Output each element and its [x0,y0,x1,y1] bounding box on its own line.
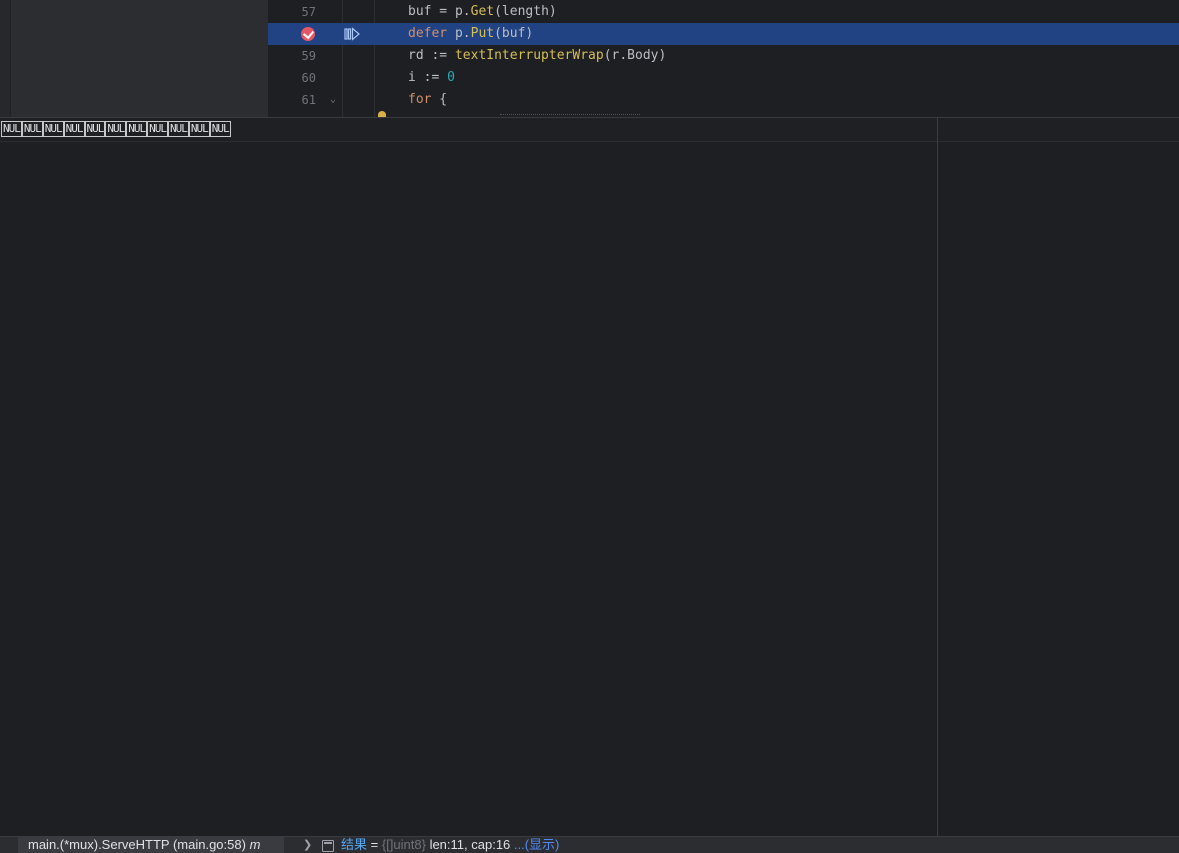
tool-window-strip [0,0,11,117]
code-line[interactable]: 60 i := 0 [268,67,1179,89]
nul-byte: NUL [168,121,189,137]
nul-byte: NUL [209,121,231,137]
stack-frame-selector[interactable]: main.(*mux).ServeHTTP (main.go:58) m [18,837,284,853]
nul-byte: NUL [188,121,210,137]
variable-value[interactable]: 结果 = {[]uint8} len:11, cap:16 ...(显示) [341,837,559,853]
code-line-current[interactable]: defer p.Put(buf) [268,23,1179,45]
line-number: 57 [301,5,316,19]
expand-chevron-icon[interactable]: ❯ [303,837,312,853]
stack-frame-label: main.(*mux).ServeHTTP (main.go:58) m [28,837,261,852]
code-text: for { [408,92,448,107]
nul-byte: NUL [147,121,168,137]
code-text: buf = p.Get(length) [408,4,557,19]
breakpoint-icon[interactable] [301,27,315,41]
code-line[interactable]: 59 rd := textInterrupterWrap(r.Body) [268,45,1179,67]
code-editor[interactable]: 57 buf = p.Get(length) defer p.Put(buf) … [0,0,1179,117]
code-line[interactable]: 61 ⌄ for { [268,89,1179,111]
code-text: defer p.Put(buf) [408,26,534,41]
show-value-link[interactable]: ...(显示) [514,837,560,852]
project-panel[interactable] [0,0,268,117]
line-number: 60 [301,71,316,85]
nul-bytes-row: NUL NUL NUL NUL NUL NUL NUL NUL NUL NUL … [1,121,231,137]
value-viewer-header: NUL NUL NUL NUL NUL NUL NUL NUL NUL NUL … [0,118,1179,142]
code-line[interactable]: 57 buf = p.Get(length) [268,1,1179,23]
code-text: rd := textInterrupterWrap(r.Body) [408,48,667,63]
fold-chevron-icon[interactable]: ⌄ [330,89,336,111]
code-text: i := 0 [408,70,455,85]
line-number: 61 [301,93,316,107]
nul-byte: NUL [42,121,64,137]
line-number: 59 [301,49,316,63]
nul-byte: NUL [126,121,148,137]
nul-byte: NUL [1,121,22,137]
execution-point-icon [344,27,360,41]
nul-byte: NUL [105,121,127,137]
nul-byte: NUL [21,121,43,137]
debugger-status-bar: main.(*mux).ServeHTTP (main.go:58) m ❯ 结… [0,836,1179,853]
calculator-icon [322,840,334,852]
panel-splitter[interactable] [937,118,938,837]
value-viewer-panel[interactable]: NUL NUL NUL NUL NUL NUL NUL NUL NUL NUL … [0,117,1179,837]
nul-byte: NUL [63,121,85,137]
nul-byte: NUL [84,121,106,137]
